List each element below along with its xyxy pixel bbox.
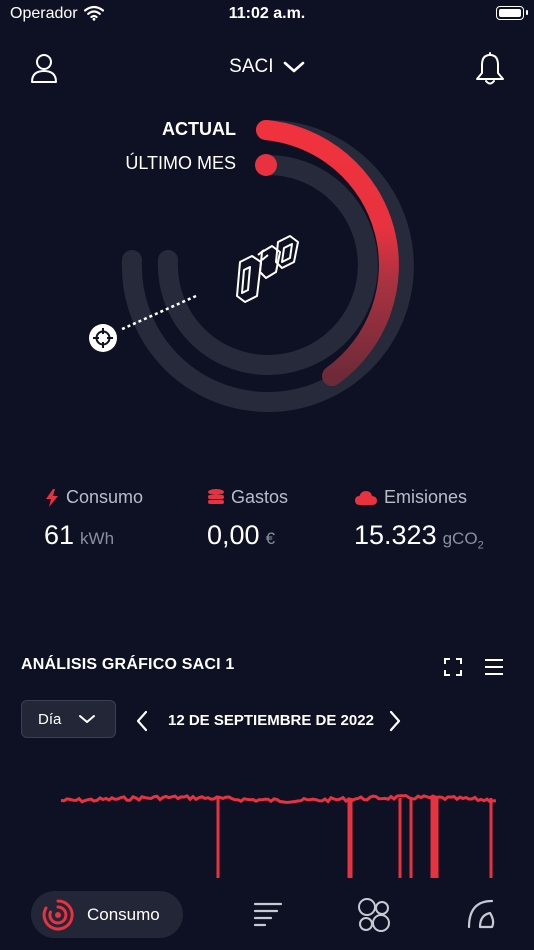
gastos-label: Gastos (231, 487, 289, 507)
lightning-icon (46, 488, 58, 507)
consumo-label: Consumo (66, 487, 144, 507)
consumption-drop (489, 798, 493, 878)
coins-icon (208, 488, 224, 504)
consumption-drop (432, 798, 436, 878)
bubbles-icon[interactable] (356, 897, 392, 933)
device-name: SACI (229, 56, 274, 77)
smart-meter-icon (236, 235, 299, 303)
list-bars-icon[interactable] (252, 900, 284, 930)
tab-consumo-label: Consumo (87, 904, 160, 924)
consumo-value: 61 (44, 520, 75, 550)
gastos-unit: € (265, 529, 276, 548)
crosshair-target-icon[interactable] (88, 323, 118, 353)
chevron-down-icon (283, 61, 305, 73)
emisiones-label: Emisiones (384, 487, 468, 507)
menu-icon[interactable] (484, 658, 504, 676)
consumption-drops (216, 798, 493, 878)
consumption-drop (398, 798, 402, 878)
consumo-unit: kWh (80, 529, 115, 548)
tab-consumo[interactable]: Consumo (31, 891, 183, 938)
last-month-label: ÚLTIMO MES (125, 153, 236, 173)
status-time: 11:02 a.m. (228, 5, 306, 22)
consumption-graph (60, 794, 497, 878)
cloud-icon (355, 490, 377, 505)
consumo-stat: Consumo 61 kWh (44, 487, 143, 551)
gastos-stat: Gastos 0,00 € (207, 487, 288, 551)
period-select[interactable]: Día (21, 700, 116, 738)
last-month-dot (255, 154, 277, 176)
date-label: 12 DE SEPTIEMBRE DE 2022 (168, 712, 374, 729)
battery-tip (526, 10, 528, 15)
device-selector[interactable]: SACI (0, 56, 534, 78)
gauge-leaf-icon[interactable] (466, 897, 498, 931)
analysis-title: ANÁLISIS GRÁFICO SACI 1 (21, 656, 235, 673)
consumption-drop (409, 798, 413, 878)
emisiones-unit: gCO2 (442, 529, 484, 552)
emisiones-stat: Emisiones 15.323 gCO2 (354, 487, 484, 551)
period-value: Día (38, 710, 62, 728)
battery-icon (496, 6, 524, 20)
previous-date-icon[interactable] (135, 710, 149, 732)
gastos-value: 0,00 (207, 520, 260, 550)
consumption-drop (349, 798, 353, 878)
emisiones-unit-subscript: 2 (477, 539, 484, 552)
consumption-ring-icon (42, 898, 74, 930)
last-month-track (157, 154, 378, 375)
consumption-ring-gauge (119, 119, 414, 412)
chevron-down-icon (79, 715, 96, 723)
consumption-drop (435, 798, 439, 878)
next-date-icon[interactable] (388, 710, 402, 732)
notifications-bell-icon[interactable] (474, 52, 506, 86)
fullscreen-icon[interactable] (444, 658, 462, 676)
actual-label: ACTUAL (162, 119, 236, 139)
consumption-drop (216, 798, 220, 878)
emisiones-value: 15.323 (354, 520, 437, 550)
